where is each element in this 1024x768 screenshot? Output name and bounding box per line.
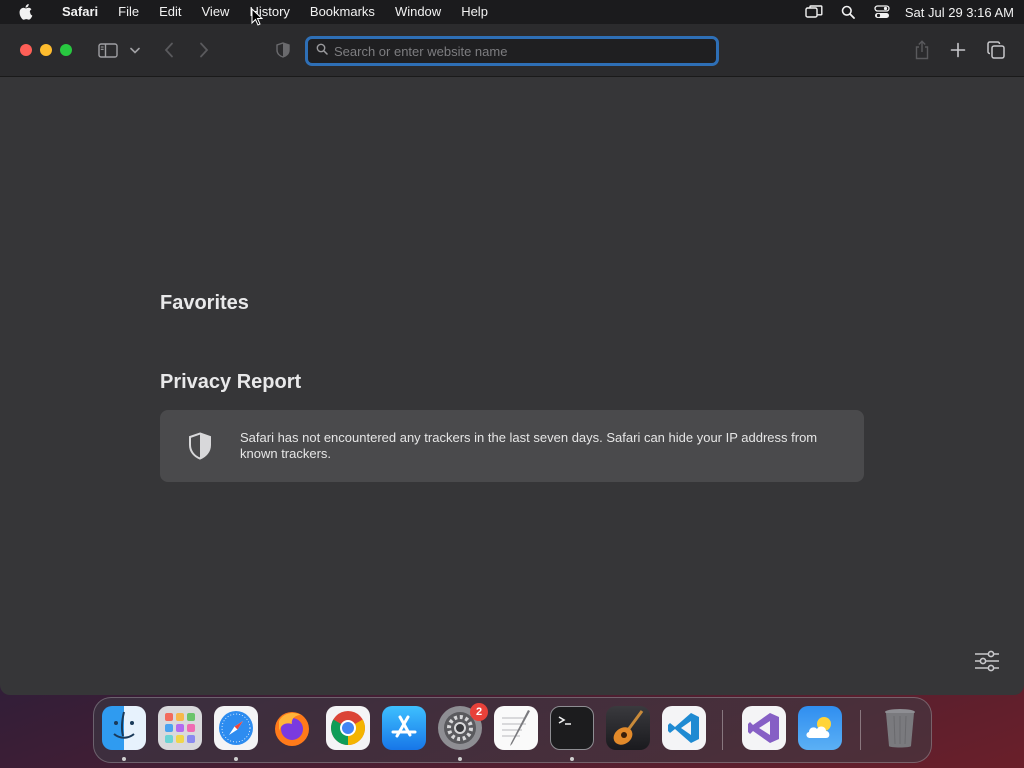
shield-icon <box>160 432 240 460</box>
mouse-cursor-icon <box>251 7 264 31</box>
dock-separator <box>722 710 723 750</box>
safari-icon[interactable] <box>214 706 258 750</box>
start-page-settings-icon[interactable] <box>974 650 1000 677</box>
minimize-window-button[interactable] <box>40 44 52 56</box>
search-icon <box>316 42 328 60</box>
google-chrome-icon[interactable] <box>326 706 370 750</box>
privacy-report-text: Safari has not encountered any trackers … <box>240 430 818 461</box>
terminal-running-indicator <box>570 757 574 761</box>
close-window-button[interactable] <box>20 44 32 56</box>
search-input[interactable] <box>334 40 716 62</box>
menu-app-name[interactable]: Safari <box>52 0 108 24</box>
visual-studio-icon[interactable] <box>742 706 786 750</box>
start-page: Favorites Privacy Report Safari has not … <box>0 77 1024 695</box>
toolbar <box>0 24 1024 77</box>
menu-bar-clock[interactable]: Sat Jul 29 3:16 AM <box>899 5 1014 20</box>
system-settings-running-indicator <box>458 757 462 761</box>
spotlight-search-icon[interactable] <box>831 0 865 24</box>
new-tab-plus-icon[interactable] <box>948 38 968 62</box>
menu-file[interactable]: File <box>108 0 149 24</box>
app-store-icon[interactable] <box>382 706 426 750</box>
privacy-report-card[interactable]: Safari has not encountered any trackers … <box>160 410 864 482</box>
finder-running-indicator <box>122 757 126 761</box>
menu-window[interactable]: Window <box>385 0 451 24</box>
menu-help[interactable]: Help <box>451 0 498 24</box>
visual-studio-code-icon[interactable] <box>662 706 706 750</box>
back-icon[interactable] <box>160 38 178 62</box>
privacy-report-heading: Privacy Report <box>160 371 302 393</box>
control-center-icon[interactable] <box>865 0 899 24</box>
privacy-shield-icon[interactable] <box>274 38 292 62</box>
firefox-icon[interactable] <box>270 706 314 750</box>
menu-bar: Safari File Edit View History Bookmarks … <box>0 0 1024 24</box>
system-settings-notification-badge: 2 <box>470 703 488 721</box>
trash-icon[interactable] <box>878 706 922 750</box>
finder-icon[interactable] <box>102 706 146 750</box>
sidebar-toggle-icon[interactable] <box>96 38 120 62</box>
dock-separator <box>860 710 861 750</box>
address-bar[interactable] <box>305 36 719 66</box>
tab-group-chevron-down-icon[interactable] <box>128 38 142 62</box>
zoom-window-button[interactable] <box>60 44 72 56</box>
garageband-icon[interactable] <box>606 706 650 750</box>
dock: 2 <box>93 697 932 763</box>
forward-icon[interactable] <box>195 38 213 62</box>
menu-edit[interactable]: Edit <box>149 0 191 24</box>
weather-icon[interactable] <box>798 706 842 750</box>
textedit-icon[interactable] <box>494 706 538 750</box>
menu-view[interactable]: View <box>192 0 240 24</box>
apple-menu-icon[interactable] <box>0 4 52 20</box>
launchpad-icon[interactable] <box>158 706 202 750</box>
favorites-heading: Favorites <box>160 292 249 314</box>
safari-running-indicator <box>234 757 238 761</box>
share-icon[interactable] <box>912 38 932 62</box>
menu-history[interactable]: History <box>239 0 299 24</box>
screen-mirroring-icon[interactable] <box>797 0 831 24</box>
terminal-icon[interactable] <box>550 706 594 750</box>
menu-bookmarks[interactable]: Bookmarks <box>300 0 385 24</box>
tab-overview-icon[interactable] <box>985 38 1007 62</box>
safari-window: Favorites Privacy Report Safari has not … <box>0 24 1024 695</box>
